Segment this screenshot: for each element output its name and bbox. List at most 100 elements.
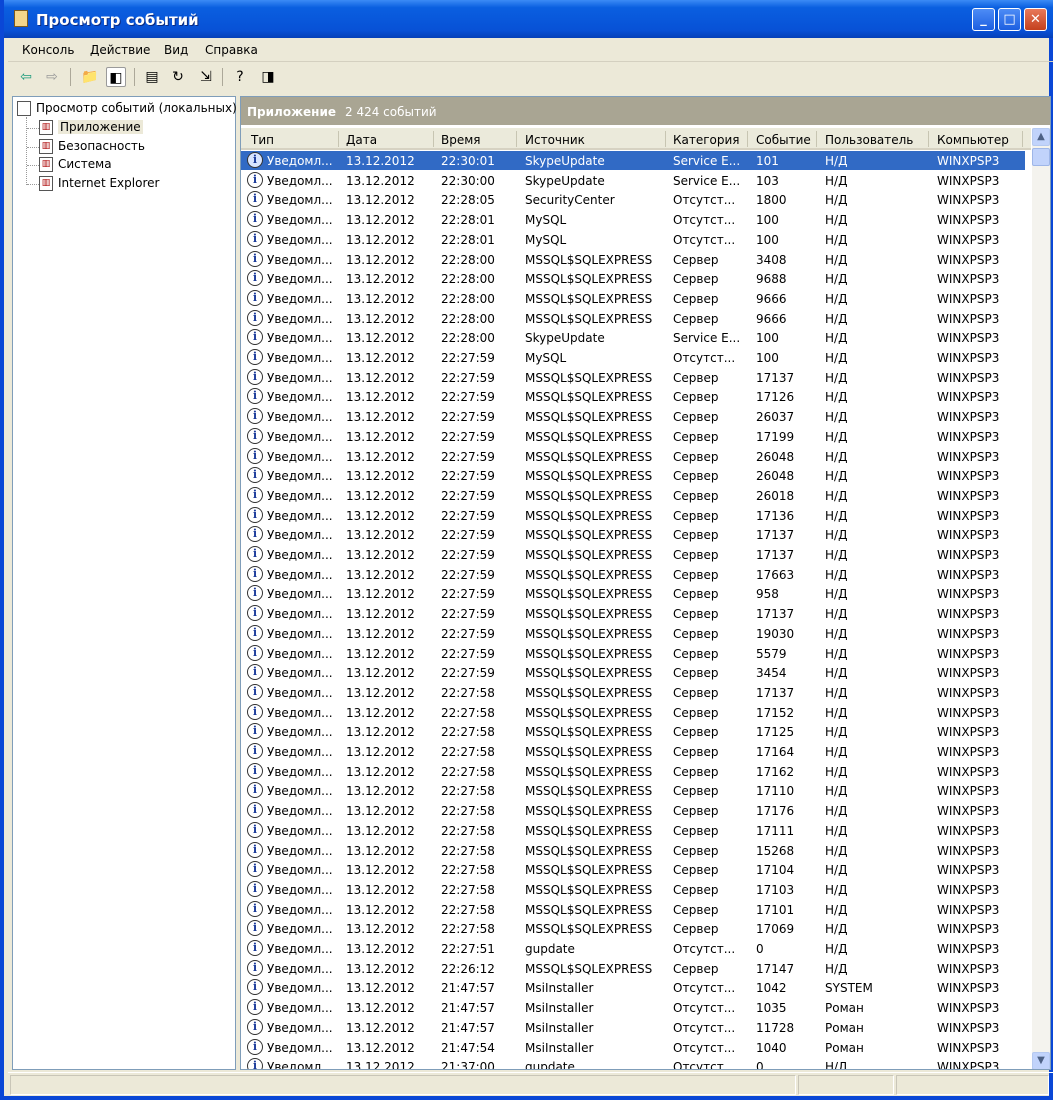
table-row[interactable]: i Уведомл... 13.12.2012 21:47:57 MsiInstalle… — [241, 978, 1025, 997]
table-row[interactable]: i Уведомл... 13.12.2012 22:27:59 MSSQL$SQLEX… — [241, 466, 1025, 485]
column-header-user[interactable]: Пользователь — [825, 133, 913, 147]
table-row[interactable]: i Уведомл... 13.12.2012 22:27:59 MSSQL$SQLEX… — [241, 506, 1025, 525]
column-header-time[interactable]: Время — [441, 133, 481, 147]
properties-icon[interactable]: ▤ — [142, 67, 162, 87]
table-row[interactable]: i Уведомл... 13.12.2012 22:27:59 MSSQL$SQLEX… — [241, 368, 1025, 387]
tree-item-application[interactable]: ▥ Приложение — [39, 120, 143, 135]
table-row[interactable]: i Уведомл... 13.12.2012 22:28:01 MySQL Отсутс… — [241, 210, 1025, 229]
minimize-button[interactable]: _ — [972, 8, 995, 31]
column-divider[interactable] — [816, 131, 817, 147]
column-header-computer[interactable]: Компьютер — [937, 133, 1009, 147]
help-icon[interactable]: ? — [230, 67, 250, 87]
up-folder-icon[interactable]: 📁 — [80, 67, 100, 87]
table-row[interactable]: i Уведомл... 13.12.2012 22:27:58 MSSQL$SQLEX… — [241, 919, 1025, 938]
table-row[interactable]: i Уведомл... 13.12.2012 22:27:59 MSSQL$SQLEX… — [241, 545, 1025, 564]
tree-item-security[interactable]: ▥ Безопасность — [39, 139, 145, 154]
table-row[interactable]: i Уведомл... 13.12.2012 22:27:58 MSSQL$SQLEX… — [241, 722, 1025, 741]
table-row[interactable]: i Уведомл... 13.12.2012 22:27:58 MSSQL$SQLEX… — [241, 703, 1025, 722]
table-row[interactable]: i Уведомл... 13.12.2012 22:26:12 MSSQL$SQLEX… — [241, 959, 1025, 978]
table-row[interactable]: i Уведомл... 13.12.2012 21:47:57 MsiInstalle… — [241, 1018, 1025, 1037]
cell-user: Н/Д — [825, 252, 848, 267]
table-row[interactable]: i Уведомл... 13.12.2012 22:27:58 MSSQL$SQLEX… — [241, 900, 1025, 919]
column-header-type[interactable]: Тип — [251, 133, 274, 147]
table-row[interactable]: i Уведомл... 13.12.2012 22:27:58 MSSQL$SQLEX… — [241, 781, 1025, 800]
column-divider[interactable] — [516, 131, 517, 147]
table-row[interactable]: i Уведомл... 13.12.2012 22:27:51 gupdate Отсу… — [241, 939, 1025, 958]
scroll-down-arrow-icon[interactable]: ▼ — [1032, 1052, 1050, 1069]
menu-help[interactable]: Справка — [205, 43, 258, 57]
table-row[interactable]: i Уведомл... 13.12.2012 22:27:59 MSSQL$SQLEX… — [241, 525, 1025, 544]
menu-console[interactable]: Консоль — [22, 43, 74, 57]
table-row[interactable]: i Уведомл... 13.12.2012 22:30:00 SkypeUpdate… — [241, 171, 1025, 190]
table-row[interactable]: i Уведомл... 13.12.2012 22:27:59 MSSQL$SQLEX… — [241, 663, 1025, 682]
refresh-icon[interactable]: ↻ — [168, 67, 188, 87]
table-row[interactable]: i Уведомл... 13.12.2012 22:27:58 MSSQL$SQLEX… — [241, 683, 1025, 702]
table-row[interactable]: i Уведомл... 13.12.2012 22:27:59 MSSQL$SQLEX… — [241, 584, 1025, 603]
table-row[interactable]: i Уведомл... 13.12.2012 22:27:59 MSSQL$SQLEX… — [241, 565, 1025, 584]
maximize-button[interactable]: □ — [998, 8, 1021, 31]
table-row[interactable]: i Уведомл... 13.12.2012 22:27:59 MSSQL$SQLEX… — [241, 387, 1025, 406]
table-row[interactable]: i Уведомл... 13.12.2012 21:47:57 MsiInstalle… — [241, 998, 1025, 1017]
tree-root[interactable]: Просмотр событий (локальных) — [17, 101, 237, 116]
table-row[interactable]: i Уведомл... 13.12.2012 22:27:59 MSSQL$SQLEX… — [241, 407, 1025, 426]
table-row[interactable]: i Уведомл... 13.12.2012 21:37:00 gupdate Отсу… — [241, 1057, 1025, 1069]
table-row[interactable]: i Уведомл... 13.12.2012 21:47:54 MsiInstalle… — [241, 1038, 1025, 1057]
scroll-thumb[interactable] — [1032, 148, 1050, 166]
scroll-up-arrow-icon[interactable]: ▲ — [1032, 128, 1050, 146]
table-row[interactable]: i Уведомл... 13.12.2012 22:28:00 MSSQL$SQLEX… — [241, 289, 1025, 308]
table-row[interactable]: i Уведомл... 13.12.2012 22:27:59 MySQL Отсутс… — [241, 348, 1025, 367]
table-row[interactable]: i Уведомл... 13.12.2012 22:27:58 MSSQL$SQLEX… — [241, 860, 1025, 879]
tree-item-system[interactable]: ▥ Система — [39, 157, 112, 172]
tree-item-internet-explorer[interactable]: ▥ Internet Explorer — [39, 176, 159, 191]
table-row[interactable]: i Уведомл... 13.12.2012 22:28:05 SecurityCen… — [241, 190, 1025, 209]
column-header-source[interactable]: Источник — [525, 133, 585, 147]
vertical-scrollbar[interactable]: ▲ ▼ — [1032, 128, 1050, 1069]
table-row[interactable]: i Уведомл... 13.12.2012 22:27:59 MSSQL$SQLEX… — [241, 624, 1025, 643]
show-hide-tree-icon[interactable]: ◧ — [106, 67, 126, 87]
close-button[interactable]: ✕ — [1024, 8, 1047, 31]
table-row[interactable]: i Уведомл... 13.12.2012 22:27:59 MSSQL$SQLEX… — [241, 427, 1025, 446]
table-row[interactable]: i Уведомл... 13.12.2012 22:28:00 SkypeUpdate… — [241, 328, 1025, 347]
column-header-category[interactable]: Категория — [673, 133, 740, 147]
cell-time: 22:27:58 — [441, 882, 495, 897]
column-header-event[interactable]: Событие — [756, 133, 811, 147]
cell-category: Сервер — [673, 429, 719, 444]
column-divider[interactable] — [665, 131, 666, 147]
table-row[interactable]: i Уведомл... 13.12.2012 22:27:59 MSSQL$SQLEX… — [241, 604, 1025, 623]
cell-user: Н/Д — [825, 745, 848, 759]
table-row[interactable]: i Уведомл... 13.12.2012 22:27:59 MSSQL$SQLEX… — [241, 644, 1025, 663]
column-divider[interactable] — [928, 131, 929, 147]
menu-action[interactable]: Действие — [90, 43, 150, 57]
table-row[interactable]: i Уведомл... 13.12.2012 22:27:58 MSSQL$SQLEX… — [241, 762, 1025, 781]
cell-source: MSSQL$SQLEXPRESS — [525, 922, 653, 937]
cell-type: Уведомл... — [267, 961, 333, 976]
table-row[interactable]: i Уведомл... 13.12.2012 22:27:58 MSSQL$SQLEX… — [241, 801, 1025, 820]
export-list-icon[interactable]: ⇲ — [196, 67, 216, 87]
table-row[interactable]: i Уведомл... 13.12.2012 22:27:58 MSSQL$SQLEX… — [241, 742, 1025, 761]
cell-user: Н/Д — [825, 922, 848, 937]
title-bar[interactable]: Просмотр событий _ □ ✕ — [4, 0, 1053, 38]
table-row[interactable]: i Уведомл... 13.12.2012 22:27:59 MSSQL$SQLEX… — [241, 447, 1025, 466]
column-divider[interactable] — [433, 131, 434, 147]
column-divider[interactable] — [747, 131, 748, 147]
table-row[interactable]: i Уведомл... 13.12.2012 22:28:00 MSSQL$SQLEX… — [241, 269, 1025, 288]
menu-view[interactable]: Вид — [164, 43, 188, 57]
information-icon: i — [247, 940, 263, 956]
table-row[interactable]: i Уведомл... 13.12.2012 22:27:59 MSSQL$SQLEX… — [241, 486, 1025, 505]
table-row[interactable]: i Уведомл... 13.12.2012 22:27:58 MSSQL$SQLEX… — [241, 841, 1025, 860]
table-row[interactable]: i Уведомл... 13.12.2012 22:28:00 MSSQL$SQLEX… — [241, 250, 1025, 269]
table-row[interactable]: i Уведомл... 13.12.2012 22:28:00 MSSQL$SQLEX… — [241, 309, 1025, 328]
forward-arrow-icon[interactable]: ⇨ — [42, 67, 62, 87]
column-divider[interactable] — [338, 131, 339, 147]
table-row[interactable]: i Уведомл... 13.12.2012 22:27:58 MSSQL$SQLEX… — [241, 821, 1025, 840]
tree-line — [27, 165, 39, 166]
cell-user: Роман — [825, 1040, 864, 1055]
show-hide-action-pane-icon[interactable]: ◨ — [258, 67, 278, 87]
column-divider[interactable] — [1022, 131, 1023, 147]
table-row[interactable]: i Уведомл... 13.12.2012 22:28:01 MySQL Отсутс… — [241, 230, 1025, 249]
cell-category: Сервер — [673, 804, 719, 819]
table-row[interactable]: i Уведомл... 13.12.2012 22:27:58 MSSQL$SQLEX… — [241, 880, 1025, 899]
column-header-date[interactable]: Дата — [346, 133, 377, 147]
back-arrow-icon[interactable]: ⇦ — [16, 67, 36, 87]
table-row[interactable]: i Уведомл... 13.12.2012 22:30:01 SkypeUpdate… — [241, 151, 1025, 170]
